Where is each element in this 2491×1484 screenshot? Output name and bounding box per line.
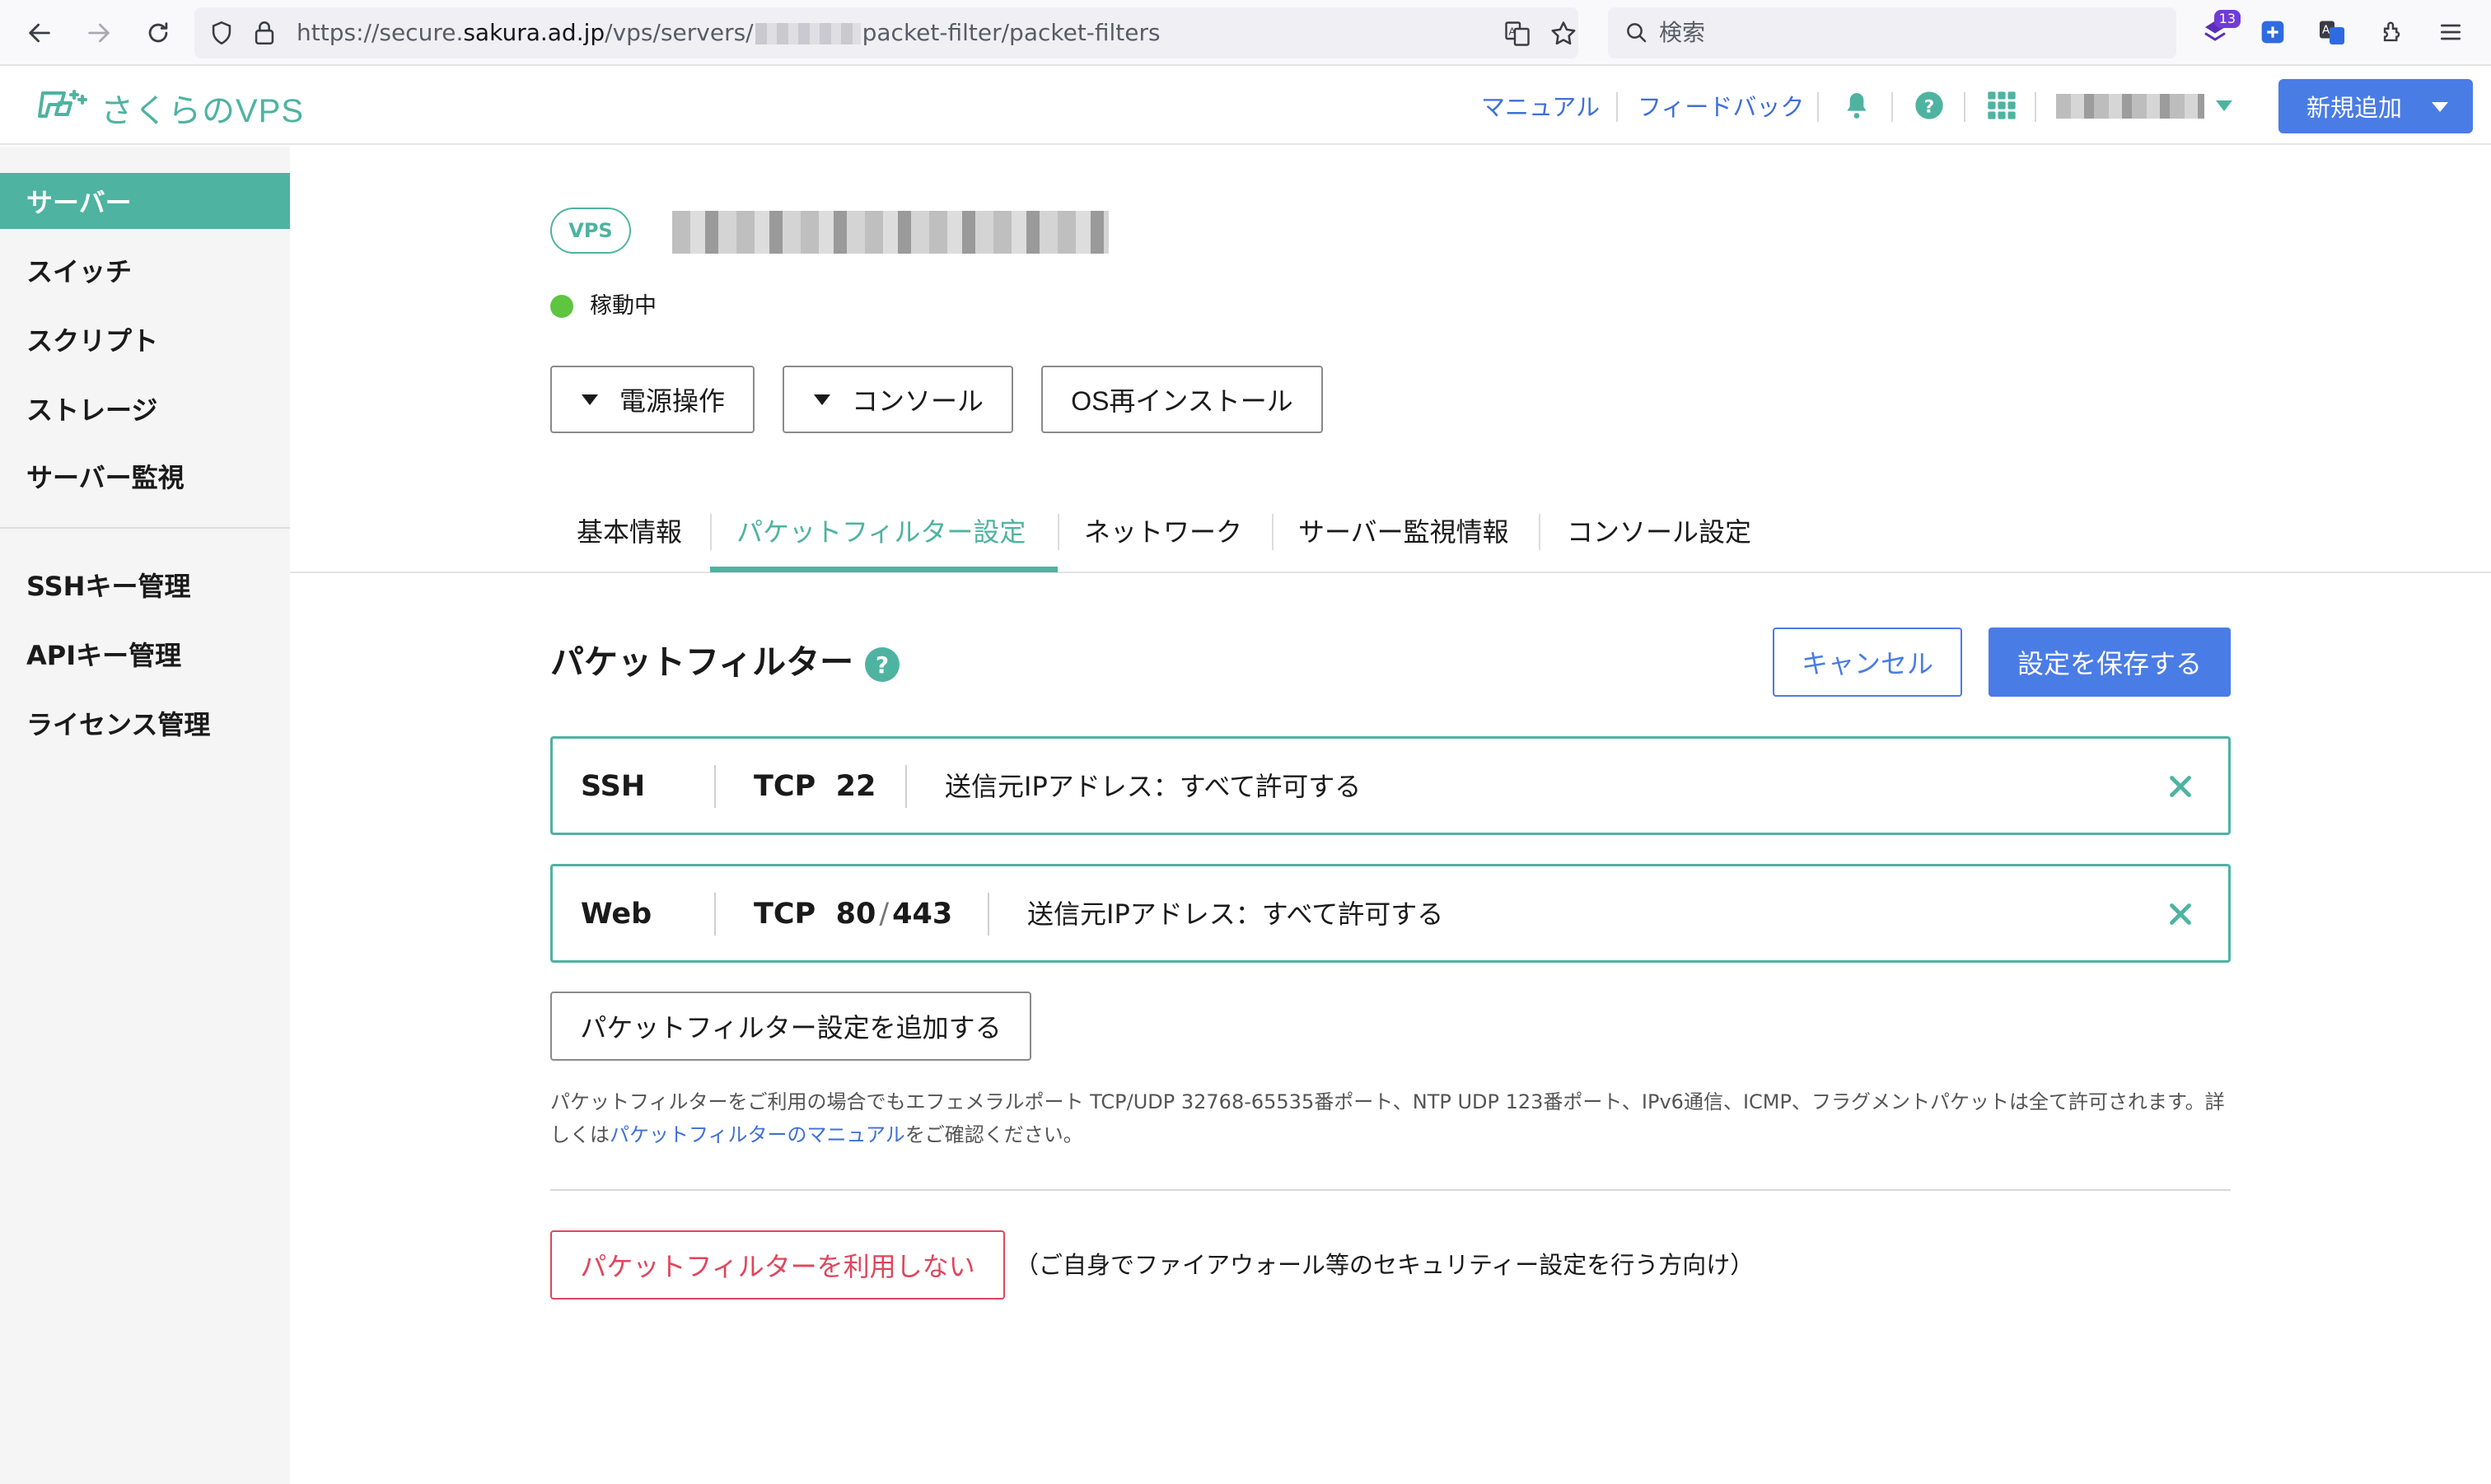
active-tab-indicator [710, 567, 1058, 572]
sidebar: サーバー スイッチ スクリプト ストレージ サーバー監視 SSHキー管理 API… [0, 147, 290, 1484]
svg-text:?: ? [1924, 96, 1935, 117]
power-operation-button[interactable]: 電源操作 [550, 366, 755, 433]
vps-badge: VPS [550, 208, 631, 254]
header-divider [1964, 92, 1965, 122]
sidebar-item-licenses[interactable]: ライセンス管理 [0, 695, 290, 751]
sidebar-item-storage[interactable]: ストレージ [0, 380, 290, 436]
cancel-button[interactable]: キャンセル [1773, 628, 1962, 697]
logo-text: さくらのVPS [100, 93, 305, 129]
rule-protocol: TCP 80/443 [754, 898, 953, 931]
sidebar-divider [0, 527, 290, 529]
feedback-link[interactable]: フィードバック [1638, 91, 1804, 124]
tab-divider [1058, 514, 1059, 550]
header-divider [1817, 92, 1819, 122]
browser-search[interactable]: 検索 [1608, 7, 2176, 58]
reload-icon[interactable] [142, 16, 175, 49]
extension-icon[interactable]: 13 [2198, 10, 2241, 49]
os-reinstall-button[interactable]: OS再インストール [1041, 366, 1323, 433]
tab-divider [710, 514, 712, 550]
rule-source: 送信元IPアドレス：すべて許可する [1027, 898, 1444, 930]
rule-source: 送信元IPアドレス：すべて許可する [945, 771, 1362, 802]
search-placeholder: 検索 [1659, 19, 1706, 46]
add-tab-extension-icon[interactable] [2255, 15, 2290, 49]
section-divider [550, 1189, 2231, 1191]
tab-server-monitoring[interactable]: サーバー監視情報 [1298, 511, 1509, 553]
help-icon[interactable]: ? [865, 647, 900, 682]
redacted-user-name[interactable] [2056, 94, 2204, 119]
menu-icon[interactable] [2433, 15, 2468, 49]
browser-toolbar: https://secure.sakura.ad.jp/vps/servers/… [0, 0, 2491, 66]
console-label: コンソール [852, 386, 984, 416]
svg-text:A: A [2322, 24, 2330, 37]
tab-console-settings[interactable]: コンソール設定 [1567, 511, 1751, 553]
new-add-button[interactable]: 新規追加 [2278, 79, 2473, 133]
manual-link[interactable]: マニュアル [1481, 91, 1600, 124]
rule-name: SSH [581, 770, 646, 803]
help-icon[interactable]: ? [1913, 89, 1946, 122]
translate-extension-icon[interactable]: A [2315, 15, 2349, 49]
rule-divider [714, 765, 716, 808]
save-settings-button[interactable]: 設定を保存する [1989, 628, 2231, 697]
bell-icon[interactable] [1840, 89, 1873, 122]
tab-network[interactable]: ネットワーク [1084, 511, 1242, 553]
lock-icon[interactable] [252, 19, 277, 47]
caret-down-icon [2432, 102, 2448, 112]
close-icon[interactable] [2166, 899, 2195, 929]
status-text: 稼動中 [590, 293, 657, 319]
redacted-server-name [672, 211, 1109, 254]
rule-divider [988, 893, 989, 936]
sidebar-item-ssh-keys[interactable]: SSHキー管理 [0, 557, 290, 613]
extensions-puzzle-icon[interactable] [2376, 15, 2410, 49]
console-button[interactable]: コンソール [783, 366, 1013, 433]
disable-note: （ご自身でファイアウォール等のセキュリティー設定を行う方向け） [1015, 1251, 1755, 1279]
ephemeral-port-note: パケットフィルターをご利用の場合でもエフェメラルポート TCP/UDP 3276… [550, 1090, 2225, 1146]
packet-filter-manual-link[interactable]: パケットフィルターのマニュアル [610, 1123, 905, 1146]
tab-divider [1539, 514, 1540, 550]
disable-packet-filter-button[interactable]: パケットフィルターを利用しない [550, 1230, 1005, 1300]
filter-rule-card[interactable]: SSH TCP 22 送信元IPアドレス：すべて許可する [550, 736, 2231, 835]
tabs-baseline [290, 572, 2491, 573]
search-icon [1627, 23, 1647, 43]
sakura-logo-icon [38, 90, 87, 118]
status-indicator [550, 295, 573, 318]
section-title: パケットフィルター [550, 642, 854, 682]
sidebar-item-api-keys[interactable]: APIキー管理 [0, 626, 290, 682]
address-bar[interactable]: https://secure.sakura.ad.jp/vps/servers/… [194, 7, 1578, 58]
sidebar-item-servers[interactable]: サーバー [0, 173, 290, 229]
redacted-server-id [755, 23, 861, 44]
bookmark-star-icon[interactable] [1549, 19, 1578, 49]
header-divider [2035, 92, 2036, 122]
power-operation-label: 電源操作 [619, 386, 726, 416]
back-icon[interactable] [23, 16, 56, 49]
sidebar-item-server-monitoring[interactable]: サーバー監視 [0, 448, 290, 504]
chevron-down-icon[interactable] [2216, 100, 2232, 111]
app-header: さくらのVPS マニュアル フィードバック ? 新規追加 [0, 68, 2491, 145]
os-reinstall-label: OS再インストール [1071, 386, 1293, 416]
close-icon[interactable] [2166, 772, 2195, 801]
sidebar-item-scripts[interactable]: スクリプト [0, 311, 290, 367]
dropdown-triangle-icon [582, 394, 598, 405]
rule-protocol: TCP 22 [754, 770, 876, 803]
url-text: https://secure.sakura.ad.jp/vps/servers/… [297, 19, 1161, 46]
sidebar-item-switches[interactable]: スイッチ [0, 242, 290, 298]
rule-divider [905, 765, 907, 808]
sakura-vps-logo[interactable]: さくらのVPS [38, 84, 304, 132]
forward-icon[interactable] [82, 16, 115, 49]
translate-icon[interactable]: A [1503, 19, 1532, 49]
new-add-label: 新規追加 [2306, 96, 2403, 122]
rule-name: Web [581, 898, 652, 931]
svg-text:A: A [1509, 26, 1517, 38]
tab-divider [1272, 514, 1274, 550]
add-filter-button[interactable]: パケットフィルター設定を追加する [550, 992, 1031, 1061]
tab-basic-info[interactable]: 基本情報 [577, 511, 682, 553]
dropdown-triangle-icon [814, 394, 830, 405]
extension-badge: 13 [2213, 10, 2241, 28]
header-divider [1616, 92, 1618, 122]
header-divider [1891, 92, 1893, 122]
tab-packet-filter[interactable]: パケットフィルター設定 [736, 511, 1026, 553]
filter-rule-card[interactable]: Web TCP 80/443 送信元IPアドレス：すべて許可する [550, 864, 2231, 963]
shield-icon[interactable] [208, 19, 236, 47]
rule-divider [714, 893, 716, 936]
apps-grid-icon[interactable] [1985, 89, 2018, 122]
